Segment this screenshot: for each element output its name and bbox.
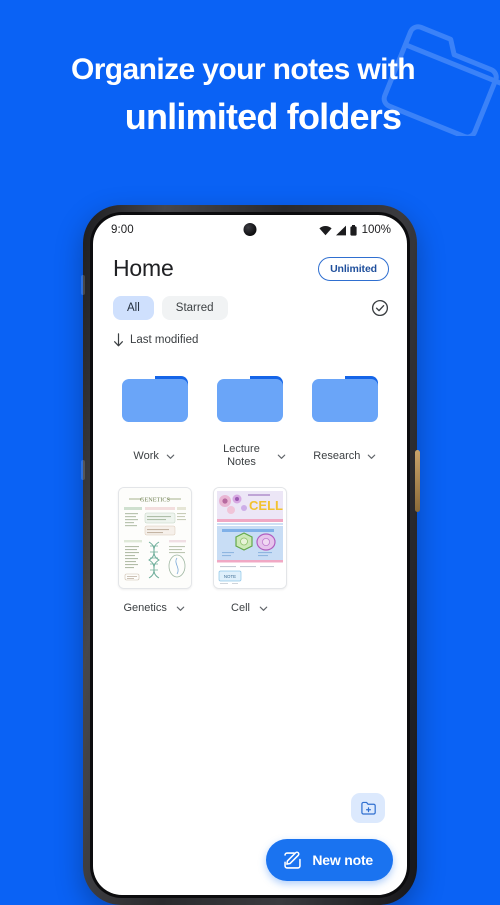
edit-pencil-icon (284, 851, 302, 869)
unlimited-badge-button[interactable]: Unlimited (318, 256, 389, 281)
note-item-genetics[interactable]: GENETICS Genetics (107, 471, 202, 615)
app-header: Home Unlimited (93, 245, 407, 282)
folder-label-row: Research (313, 425, 377, 471)
folder-icon-wrap (214, 347, 286, 425)
status-indicators: 100% (318, 224, 391, 236)
chevron-down-icon[interactable] (366, 451, 377, 462)
folders-grid: Work Lecture Notes Research (93, 347, 407, 471)
page-title: Home (113, 255, 174, 281)
note-label-row: Cell (231, 589, 269, 615)
new-folder-icon (360, 801, 376, 815)
sort-row[interactable]: Last modified (93, 320, 407, 347)
front-camera-punch-hole (243, 223, 257, 236)
folder-label-row: Work (133, 425, 175, 471)
folder-name: Work (133, 449, 159, 462)
folder-icon (312, 376, 379, 422)
note-name: Genetics (123, 602, 167, 614)
svg-text:CELL: CELL (249, 498, 283, 513)
folder-icon-wrap (119, 347, 191, 425)
notes-grid: GENETICS Genetics CELL NOTE Cell (93, 471, 407, 615)
folder-label-row: Lecture Notes (212, 425, 287, 471)
note-thumbnail-cell: CELL NOTE (212, 487, 287, 589)
chevron-down-icon[interactable] (258, 603, 269, 614)
headline-line-2: unlimited folders (124, 96, 402, 137)
arrow-down-icon (114, 333, 123, 347)
battery-icon (349, 224, 357, 236)
volume-down-button[interactable] (81, 460, 85, 480)
status-time: 9:00 (111, 224, 134, 236)
filter-chip-all[interactable]: All (113, 296, 154, 320)
new-note-label: New note (312, 852, 373, 868)
folder-item-research[interactable]: Research (298, 347, 393, 471)
svg-text:GENETICS: GENETICS (140, 497, 170, 504)
note-item-cell[interactable]: CELL NOTE Cell (202, 471, 297, 615)
filter-chip-starred[interactable]: Starred (161, 296, 228, 320)
folder-icon-wrap (309, 347, 381, 425)
battery-percent: 100% (361, 224, 391, 236)
headline-line-1: Organize your notes with (71, 53, 416, 86)
check-circle-icon[interactable] (371, 299, 389, 317)
volume-up-button[interactable] (81, 275, 85, 295)
note-thumbnail-genetics: GENETICS (117, 487, 192, 589)
folder-icon (121, 376, 188, 422)
folder-name: Research (313, 449, 361, 462)
promo-headline: Organize your notes with unlimited folde… (0, 50, 500, 140)
chevron-down-icon[interactable] (165, 451, 176, 462)
phone-bezel: 9:00 100% Home Unlimited All Starred Las… (90, 212, 410, 898)
note-name: Cell (231, 602, 250, 614)
wifi-icon (318, 225, 332, 235)
phone-mockup: 9:00 100% Home Unlimited All Starred Las… (81, 205, 420, 905)
new-folder-button[interactable] (351, 793, 385, 823)
cellular-signal-icon (335, 225, 346, 235)
genetics-note-preview: GENETICS (118, 488, 191, 588)
folder-item-lecture-notes[interactable]: Lecture Notes (202, 347, 297, 471)
notes-grid-empty-cell (298, 471, 393, 615)
chevron-down-icon[interactable] (175, 603, 186, 614)
folder-name: Lecture Notes (223, 443, 260, 468)
phone-screen: 9:00 100% Home Unlimited All Starred Las… (93, 215, 407, 895)
power-button[interactable] (415, 450, 420, 512)
filter-chips-row: All Starred (93, 282, 407, 320)
sort-label: Last modified (130, 334, 199, 346)
note-label-row: Genetics (123, 589, 185, 615)
svg-text:NOTE: NOTE (224, 574, 236, 579)
status-bar: 9:00 100% (93, 215, 407, 245)
folder-icon (216, 376, 283, 422)
new-note-button[interactable]: New note (266, 839, 393, 881)
cell-note-preview: CELL NOTE (213, 488, 286, 588)
folder-item-work[interactable]: Work (107, 347, 202, 471)
chevron-down-icon[interactable] (276, 451, 287, 462)
